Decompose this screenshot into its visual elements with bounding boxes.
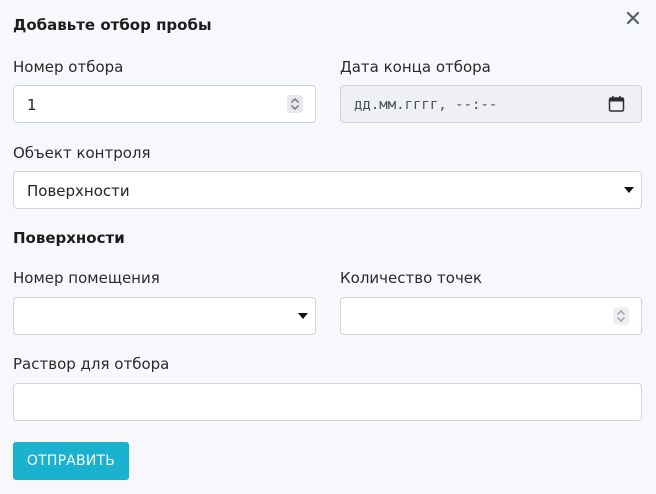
calendar-icon[interactable] bbox=[608, 95, 625, 117]
end-date-label: Дата конца отбора bbox=[340, 58, 491, 76]
modal-title: Добавьте отбор пробы bbox=[13, 16, 212, 34]
chevron-down-icon bbox=[298, 313, 308, 319]
section-title: Поверхности bbox=[13, 229, 125, 247]
points-count-input[interactable] bbox=[340, 297, 642, 335]
submit-button[interactable]: ОТПРАВИТЬ bbox=[13, 442, 129, 480]
room-number-select[interactable] bbox=[13, 297, 316, 335]
end-date-placeholder: дд.мм.гггг, --:-- bbox=[354, 97, 498, 113]
solution-input[interactable] bbox=[13, 383, 642, 421]
sample-number-value: 1 bbox=[27, 96, 37, 114]
solution-label: Раствор для отбора bbox=[13, 355, 170, 373]
number-spinner-icon[interactable] bbox=[613, 307, 629, 325]
end-date-input[interactable]: дд.мм.гггг, --:-- bbox=[340, 85, 642, 123]
chevron-down-icon bbox=[624, 187, 634, 193]
control-object-value: Поверхности bbox=[27, 182, 130, 200]
close-icon[interactable] bbox=[624, 9, 642, 27]
points-count-label: Количество точек bbox=[340, 269, 483, 287]
sample-number-input[interactable]: 1 bbox=[13, 85, 316, 123]
control-object-select[interactable]: Поверхности bbox=[13, 171, 642, 209]
number-spinner-icon[interactable] bbox=[287, 95, 303, 113]
control-object-label: Объект контроля bbox=[13, 144, 151, 162]
room-number-label: Номер помещения bbox=[13, 269, 160, 287]
add-sample-modal: Добавьте отбор пробы Номер отбора 1 Дата… bbox=[0, 0, 656, 494]
sample-number-label: Номер отбора bbox=[13, 58, 124, 76]
